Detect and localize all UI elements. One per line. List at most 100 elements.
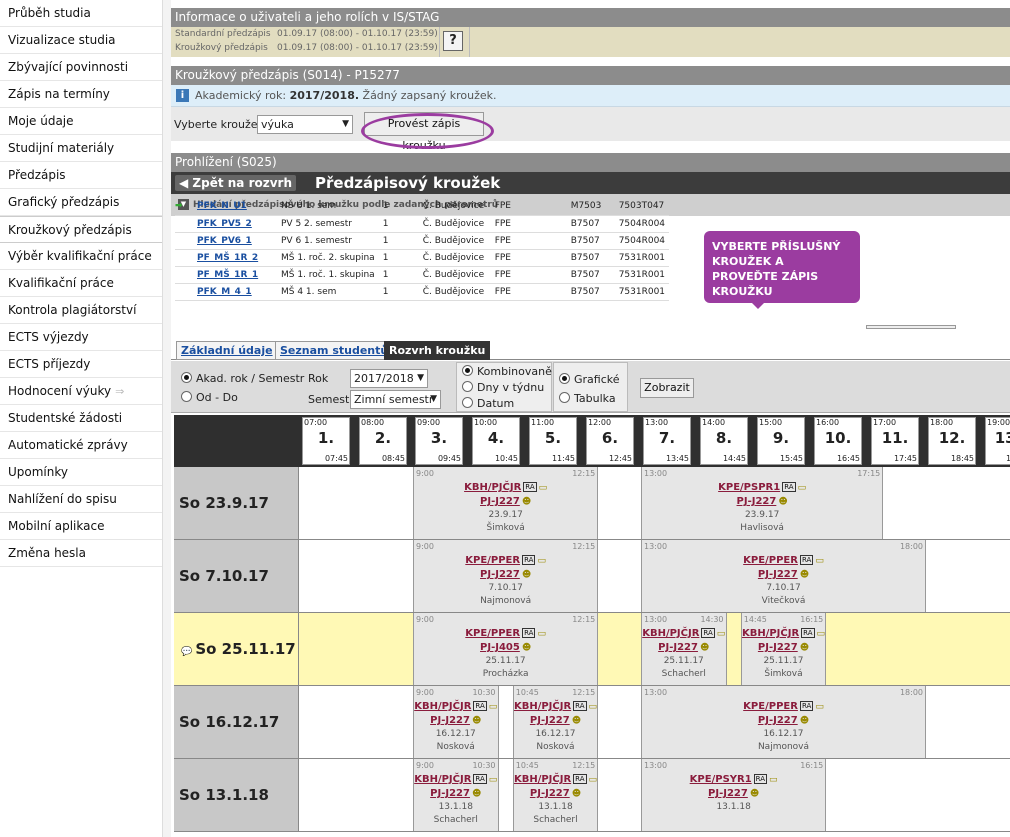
- radio-weekdays[interactable]: Dny v týdnu: [462, 381, 544, 394]
- room-link[interactable]: PJ-J227: [758, 569, 798, 580]
- note-icon[interactable]: ▭: [537, 556, 546, 566]
- group-code-link[interactable]: PF_MŠ_1R_2: [197, 253, 258, 263]
- sidebar-item[interactable]: Studentské žádosti: [0, 405, 162, 432]
- sidebar-item[interactable]: Mobilní aplikace: [0, 513, 162, 540]
- group-code-link[interactable]: PFK_PV6_1: [197, 236, 252, 246]
- note-icon[interactable]: ▭: [817, 629, 826, 639]
- note-icon[interactable]: ▭: [489, 702, 498, 712]
- schedule-event[interactable]: 13:00 14:30 KBH/PJČJR RA ▭ PJ-J227 ☻ 25.11.17 Sc…: [641, 613, 727, 685]
- sidebar-item[interactable]: Předzápis: [0, 162, 162, 189]
- note-icon[interactable]: ▭: [769, 775, 778, 785]
- radio-academic-year[interactable]: Akad. rok / Semestr: [181, 372, 304, 385]
- room-link[interactable]: PJ-J227: [480, 569, 520, 580]
- group-code-link[interactable]: PFK_N_U1: [197, 201, 247, 211]
- sidebar-item[interactable]: Průběh studia: [0, 0, 162, 27]
- show-button[interactable]: Zobrazit: [640, 378, 694, 398]
- sidebar-item[interactable]: Automatické zprávy: [0, 432, 162, 459]
- sidebar-item[interactable]: Grafický předzápis: [0, 189, 162, 216]
- course-code-link[interactable]: KBH/PJČJR: [414, 701, 471, 712]
- course-code-link[interactable]: KBH/PJČJR: [514, 701, 571, 712]
- course-code-link[interactable]: KPE/PSYR1: [690, 774, 752, 785]
- course-code-link[interactable]: KBH/PJČJR: [414, 774, 471, 785]
- group-select[interactable]: výuka ▼: [257, 115, 353, 134]
- group-code-link[interactable]: PF_MŠ_1R_1: [197, 270, 258, 280]
- back-to-schedule-button[interactable]: ◀ Zpět na rozvrh: [175, 175, 296, 191]
- note-icon[interactable]: ▭: [717, 629, 726, 639]
- room-link[interactable]: PJ-J227: [658, 642, 698, 653]
- scrollbar[interactable]: [866, 325, 956, 329]
- schedule-event[interactable]: 9:00 12:15 KPE/PPER RA ▭ PJ-J405 ☻ 25.11.17 Proc…: [413, 613, 599, 685]
- radio-table[interactable]: Tabulka: [559, 392, 616, 405]
- radio-date-range[interactable]: Od - Do: [181, 391, 238, 404]
- sidebar-item[interactable]: Vizualizace studia: [0, 27, 162, 54]
- semester-select[interactable]: Zimní semestr ▼: [350, 390, 441, 409]
- sidebar-item[interactable]: Kvalifikační práce: [0, 270, 162, 297]
- sidebar-item[interactable]: Zápis na termíny: [0, 81, 162, 108]
- tab-student-list[interactable]: Seznam studentů: [275, 341, 394, 360]
- sidebar-item[interactable]: Moje údaje: [0, 108, 162, 135]
- course-code-link[interactable]: KPE/PPER: [743, 555, 798, 566]
- radio-combined[interactable]: Kombinovaně: [462, 365, 552, 378]
- note-icon[interactable]: ▭: [589, 775, 598, 785]
- tab-basic-info[interactable]: Základní údaje: [176, 341, 278, 360]
- room-link[interactable]: PJ-J227: [530, 715, 570, 726]
- schedule-event[interactable]: 13:00 16:15 KPE/PSYR1 RA ▭ PJ-J227 ☻ 13.1.18: [641, 759, 827, 831]
- room-link[interactable]: PJ-J227: [430, 715, 470, 726]
- sidebar-item[interactable]: Nahlížení do spisu: [0, 486, 162, 513]
- year-select[interactable]: 2017/2018 ▼: [350, 369, 428, 388]
- schedule-event[interactable]: 10:45 12:15 KBH/PJČJR RA ▭ PJ-J227 ☻ 16.12.17 No…: [512, 686, 599, 758]
- sidebar-item[interactable]: ECTS příjezdy: [0, 351, 162, 378]
- schedule-event[interactable]: 9:00 10:30 KBH/PJČJR RA ▭ PJ-J227 ☻ 13.1.18 Scha…: [413, 759, 499, 831]
- room-link[interactable]: PJ-J227: [480, 496, 520, 507]
- room-link[interactable]: PJ-J227: [758, 715, 798, 726]
- group-row[interactable]: PFK_M_4_1 MŠ 4 1. sem 1 Č. Budějovice FPE B75…: [175, 283, 670, 301]
- schedule-event[interactable]: 14:45 16:15 KBH/PJČJR RA ▭ PJ-J227 ☻ 25.11.17 Ši…: [740, 613, 827, 685]
- course-code-link[interactable]: KPE/PSPR1: [718, 482, 780, 493]
- course-code-link[interactable]: KBH/PJČJR: [464, 482, 521, 493]
- sidebar-item[interactable]: ECTS výjezdy: [0, 324, 162, 351]
- note-icon[interactable]: ▭: [815, 702, 824, 712]
- note-icon[interactable]: ▭: [589, 702, 598, 712]
- schedule-event[interactable]: 13:00 18:00 KPE/PPER RA ▭ PJ-J227 ☻ 7.10.17 Vite…: [641, 540, 926, 612]
- course-code-link[interactable]: KPE/PPER: [465, 628, 520, 639]
- course-code-link[interactable]: KBH/PJČJR: [642, 628, 699, 639]
- group-row[interactable]: PFK_PV5_2 PV 5 2. semestr 1 Č. Budějovice FP…: [175, 215, 670, 233]
- schedule-event[interactable]: 10:45 12:15 KBH/PJČJR RA ▭ PJ-J227 ☻ 13.1.18 Sch…: [512, 759, 599, 831]
- room-link[interactable]: PJ-J227: [708, 788, 748, 799]
- sidebar-item[interactable]: Kontrola plagiátorství: [0, 297, 162, 324]
- sidebar-item[interactable]: Změna hesla: [0, 540, 162, 567]
- room-link[interactable]: PJ-J227: [737, 496, 777, 507]
- schedule-event[interactable]: 13:00 17:15 KPE/PSPR1 RA ▭ PJ-J227 ☻ 23.9.17 Hav…: [641, 467, 884, 539]
- group-row[interactable]: ➡ PFK_N_U1 NŠ U 1. sem 1 Č. Budějovice FPE M75…: [175, 198, 670, 216]
- radio-date[interactable]: Datum: [462, 397, 514, 410]
- note-icon[interactable]: ▭: [798, 483, 807, 493]
- group-code-link[interactable]: PFK_PV5_2: [197, 219, 252, 229]
- sidebar-item[interactable]: Výběr kvalifikační práce: [0, 243, 162, 270]
- note-icon[interactable]: ▭: [537, 629, 546, 639]
- course-code-link[interactable]: KPE/PPER: [743, 701, 798, 712]
- schedule-event[interactable]: 9:00 12:15 KBH/PJČJR RA ▭ PJ-J227 ☻ 23.9.17 Šimk…: [413, 467, 599, 539]
- course-code-link[interactable]: KBH/PJČJR: [514, 774, 571, 785]
- room-link[interactable]: PJ-J227: [430, 788, 470, 799]
- group-row[interactable]: PFK_PV6_1 PV 6 1. semestr 1 Č. Budějovice FP…: [175, 232, 670, 250]
- sidebar-item[interactable]: Kroužkový předzápis: [0, 216, 162, 243]
- sidebar-item[interactable]: Hodnocení výuky ⇒: [0, 378, 162, 405]
- note-icon[interactable]: ▭: [489, 775, 498, 785]
- note-icon[interactable]: ▭: [815, 556, 824, 566]
- schedule-event[interactable]: 13:00 18:00 KPE/PPER RA ▭ PJ-J227 ☻ 16.12.17 Naj…: [641, 686, 926, 758]
- sidebar-item[interactable]: Zbývající povinnosti: [0, 54, 162, 81]
- room-link[interactable]: PJ-J227: [758, 642, 798, 653]
- note-icon[interactable]: ▭: [539, 483, 548, 493]
- group-code-link[interactable]: PFK_M_4_1: [197, 287, 252, 297]
- room-link[interactable]: PJ-J227: [530, 788, 570, 799]
- course-code-link[interactable]: KPE/PPER: [465, 555, 520, 566]
- group-row[interactable]: PF_MŠ_1R_2 MŠ 1. roč. 2. skupina 1 Č. Buděj…: [175, 249, 670, 267]
- group-row[interactable]: PF_MŠ_1R_1 MŠ 1. roč. 1. skupina 1 Č. Buděj…: [175, 266, 670, 284]
- room-link[interactable]: PJ-J405: [480, 642, 520, 653]
- schedule-event[interactable]: 9:00 10:30 KBH/PJČJR RA ▭ PJ-J227 ☻ 16.12.17 Nos…: [413, 686, 499, 758]
- tab-group-schedule[interactable]: Rozvrh kroužku: [384, 341, 491, 360]
- radio-graphic[interactable]: Grafické: [559, 373, 620, 386]
- schedule-event[interactable]: 9:00 12:15 KPE/PPER RA ▭ PJ-J227 ☻ 7.10.17 Najmo…: [413, 540, 599, 612]
- sidebar-item[interactable]: Upomínky: [0, 459, 162, 486]
- course-code-link[interactable]: KBH/PJČJR: [742, 628, 799, 639]
